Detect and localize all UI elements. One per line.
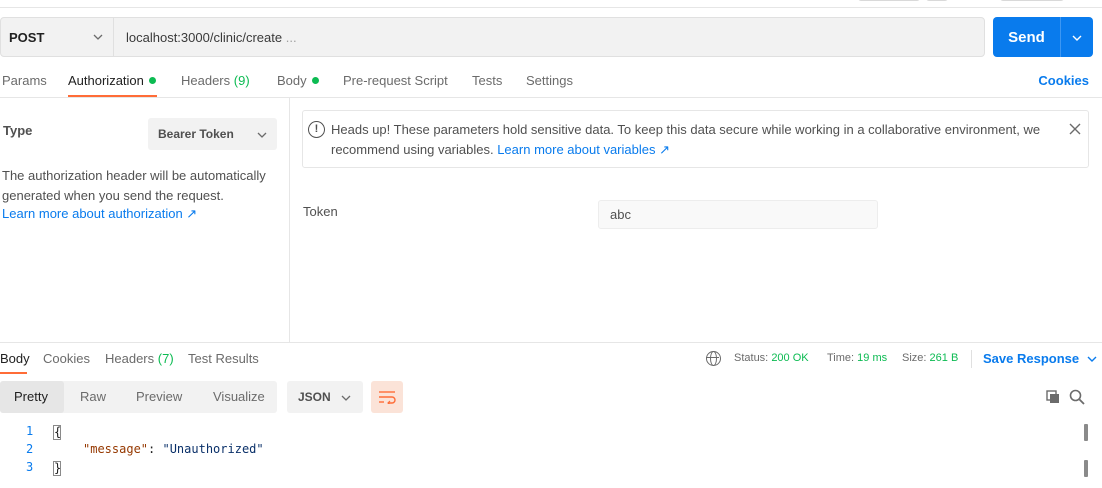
send-options-button[interactable]	[1060, 17, 1093, 57]
response-tabs: Body Cookies Headers (7) Test Results St…	[0, 342, 1102, 374]
line-number: 2	[26, 442, 34, 456]
globe-icon[interactable]	[706, 351, 721, 366]
save-response-button[interactable]: Save Response	[983, 351, 1097, 366]
size-meta[interactable]: Size: 261 B	[902, 352, 958, 364]
auth-type-value: Bearer Token	[158, 127, 234, 141]
line-number: 3	[26, 460, 34, 474]
tab-prerequest-script[interactable]: Pre-request Script	[343, 73, 448, 88]
view-mode-preview[interactable]: Preview	[136, 389, 182, 404]
json-key: "message"	[83, 442, 149, 456]
cookies-link[interactable]: Cookies	[1038, 73, 1089, 88]
auth-description: The authorization header will be automat…	[2, 168, 266, 203]
size-value: 261 B	[929, 352, 959, 364]
request-bar: POST localhost:3000/clinic/create ...	[0, 17, 985, 57]
info-circle-icon: !	[308, 121, 325, 138]
learn-more-variables-link[interactable]: Learn more about variables ↗	[497, 142, 670, 157]
divider	[971, 350, 972, 368]
wrap-lines-button[interactable]	[371, 381, 403, 413]
code-line: 2 "message": "Unauthorized"	[0, 442, 1080, 460]
save-response-label: Save Response	[983, 351, 1080, 366]
auth-type-select[interactable]: Bearer Token	[148, 118, 277, 150]
view-mode-pretty[interactable]: Pretty	[14, 389, 48, 404]
token-label: Token	[303, 204, 338, 219]
scrollbar-thumb[interactable]	[1084, 424, 1088, 441]
response-view-toolbar: Pretty Raw Preview Visualize JSON	[0, 381, 1102, 414]
time-label: Time:	[827, 352, 855, 364]
response-body-code[interactable]: 1 { 2 "message": "Unauthorized" 3 }	[0, 424, 1102, 488]
time-meta[interactable]: Time: 19 ms	[827, 352, 887, 364]
wrap-lines-icon	[379, 391, 396, 404]
tab-body[interactable]: Body	[277, 73, 319, 88]
method-label: POST	[9, 29, 45, 45]
sensitive-data-alert: ! Heads up! These parameters hold sensit…	[302, 110, 1089, 168]
active-indicator-dot	[311, 77, 319, 84]
url-text: localhost:3000/clinic/create	[126, 29, 283, 45]
send-button[interactable]: Send	[993, 17, 1060, 57]
status-label: Status:	[734, 352, 769, 364]
toolbar-button-fragment[interactable]	[1000, 0, 1064, 1]
toolbar-button-fragment[interactable]	[858, 0, 920, 1]
chevron-down-icon	[257, 127, 267, 141]
response-tab-body[interactable]: Body	[0, 351, 30, 366]
response-headers-count: (7)	[157, 351, 174, 366]
chevron-down-icon	[1087, 356, 1097, 362]
line-number: 1	[26, 424, 34, 438]
code-line: 3 }	[0, 460, 1080, 478]
active-tab-underline	[68, 95, 157, 97]
top-toolbar-fragment	[0, 0, 1102, 8]
active-indicator-dot	[148, 77, 156, 84]
format-select[interactable]: JSON	[287, 381, 363, 413]
response-tab-cookies[interactable]: Cookies	[43, 351, 90, 366]
tab-body-label: Body	[277, 73, 307, 88]
scrollbar-thumb[interactable]	[1084, 460, 1088, 477]
response-tab-headers[interactable]: Headers (7)	[105, 351, 174, 366]
tab-headers-label: Headers	[181, 73, 231, 88]
code-line: 1 {	[0, 424, 1080, 442]
json-brace-close[interactable]: }	[53, 461, 61, 476]
headers-count: (9)	[233, 73, 250, 88]
tab-params[interactable]: Params	[2, 73, 47, 88]
close-icon[interactable]	[1069, 123, 1081, 138]
request-tabs: Params Authorization Headers (9) Body Pr…	[0, 66, 1102, 98]
tab-settings[interactable]: Settings	[526, 73, 573, 88]
alert-text: Heads up! These parameters hold sensitiv…	[331, 122, 1041, 157]
tab-headers[interactable]: Headers (9)	[181, 73, 250, 88]
response-tab-test-results[interactable]: Test Results	[188, 351, 259, 366]
send-button-group: Send	[993, 17, 1093, 57]
view-mode-segmented-control: Pretty Raw Preview Visualize	[0, 381, 277, 413]
format-value: JSON	[298, 390, 331, 404]
time-value: 19 ms	[857, 352, 888, 364]
active-tab-underline	[0, 372, 27, 374]
toolbar-button-fragment[interactable]	[926, 0, 948, 1]
json-brace-open[interactable]: {	[53, 425, 61, 440]
status-meta[interactable]: Status: 200 OK	[734, 352, 809, 364]
tab-tests[interactable]: Tests	[472, 73, 502, 88]
tab-authorization-label: Authorization	[68, 73, 144, 88]
response-headers-label: Headers	[105, 351, 155, 366]
chevron-down-icon	[1072, 30, 1082, 44]
size-label: Size:	[902, 352, 927, 364]
status-value: 200 OK	[771, 352, 809, 364]
copy-icon[interactable]	[1046, 390, 1060, 404]
json-colon: :	[148, 442, 163, 456]
chevron-down-icon	[341, 390, 351, 404]
learn-more-authorization-link[interactable]: Learn more about authorization ↗	[2, 206, 197, 222]
alert-message: Heads up! These parameters hold sensitiv…	[331, 120, 1051, 160]
search-icon[interactable]	[1069, 389, 1085, 405]
view-mode-raw[interactable]: Raw	[80, 389, 106, 404]
auth-type-panel: Type Bearer Token The authorization head…	[0, 98, 290, 342]
token-input[interactable]	[598, 200, 878, 229]
tab-authorization[interactable]: Authorization	[68, 73, 156, 88]
json-key-value-pair: "message": "Unauthorized"	[83, 442, 264, 456]
view-mode-visualize[interactable]: Visualize	[213, 389, 265, 404]
json-value: "Unauthorized"	[162, 442, 264, 456]
url-input[interactable]: localhost:3000/clinic/create ...	[114, 30, 297, 45]
url-overflow: ...	[285, 29, 297, 45]
method-select[interactable]: POST	[1, 18, 114, 56]
chevron-down-icon	[93, 31, 103, 43]
type-label: Type	[3, 123, 33, 138]
